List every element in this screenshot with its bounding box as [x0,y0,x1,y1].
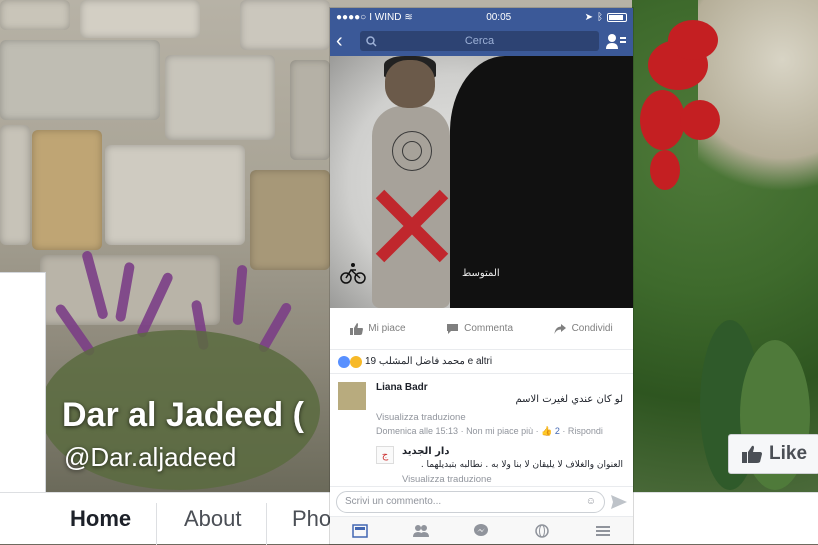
comment-text: العنوان والغلاف لا يليقان لا بنا ولا به … [420,460,623,470]
phone-screenshot: ●●●●○ I WIND ≋ 00:05 ➤ ᛒ ‹ Cerca المتوسط… [330,8,633,544]
page-title: Dar al Jadeed ( [62,396,304,434]
share-post-button[interactable]: Condividi [554,323,613,335]
comment-action-label: Commenta [464,323,513,334]
bottom-tab-bar [330,516,633,544]
emoji-icon[interactable]: ☺ [586,496,596,507]
notifications-globe-icon[interactable] [534,523,550,538]
avatar[interactable]: ج [376,446,394,464]
comment-text: لو كان عندي لغيرت الاسم [515,394,623,405]
search-placeholder: Cerca [464,35,495,47]
messenger-icon[interactable] [473,523,489,538]
friends-icon[interactable] [412,524,429,538]
comment-post-button[interactable]: Commenta [446,323,513,335]
reactions-text: محمد فاضل المشلب 19 e altri [365,356,493,367]
carrier-label: I WIND [369,11,402,23]
comment-input[interactable]: Scrivi un commento... ☺ [336,490,605,513]
like-reaction-icon [338,355,350,368]
post-actions: Mi piace Commenta Condividi [330,308,633,350]
news-feed-icon[interactable] [352,523,369,538]
comment-icon [447,323,459,334]
reply-link[interactable]: Rispondi [568,426,603,436]
back-button[interactable]: ‹ [336,30,354,53]
send-icon[interactable] [611,494,627,509]
comment-time: Domenica alle 15:13 [376,426,459,436]
comment-placeholder: Scrivi un commento... [345,496,442,507]
like-post-button[interactable]: Mi piace [350,322,406,335]
comments-list: Liana Badr لو كان عندي لغيرت الاسم Visua… [330,374,633,488]
share-icon [554,323,566,334]
tab-home[interactable]: Home [70,493,131,545]
comment-author[interactable]: Liana Badr [376,382,428,393]
friend-requests-icon[interactable] [605,32,627,50]
avatar[interactable] [338,382,366,410]
see-translation-link[interactable]: Visualizza traduzione [376,412,466,423]
page-handle: @Dar.aljadeed [64,442,237,472]
search-input[interactable]: Cerca [360,31,599,51]
location-icon: ➤ [584,11,593,23]
comment-like-count: 👍 2 [541,426,560,436]
photo-watermark: المتوسط [462,268,500,279]
battery-icon [606,12,627,22]
see-translation-link[interactable]: Visualizza traduzione [402,474,492,485]
share-action-label: Condividi [571,323,613,334]
post-photo[interactable]: المتوسط [330,56,633,308]
comment-meta: Domenica alle 15:13 · Non mi piace più ·… [376,426,603,436]
tab-photos[interactable]: Pho [292,493,331,545]
bluetooth-icon: ᛒ [596,11,603,23]
tab-about[interactable]: About [184,493,242,545]
signal-icon: ●●●●○ [336,11,367,23]
like-page-button[interactable]: Like [728,434,818,474]
reactions-summary[interactable]: محمد فاضل المشلب 19 e altri [330,350,633,374]
thumbs-up-icon [350,322,364,335]
status-time: 00:05 [486,11,512,23]
bicycle-logo-icon [340,263,366,284]
status-bar: ●●●●○ I WIND ≋ 00:05 ➤ ᛒ [330,8,633,26]
red-x-mark-icon [375,189,449,263]
unlike-link[interactable]: Non mi piace più [466,426,533,436]
wow-reaction-icon [350,355,362,368]
thumbs-up-icon [742,445,762,463]
menu-icon[interactable] [595,524,611,538]
like-label: Like [769,443,808,464]
wifi-icon: ≋ [404,11,413,23]
fb-header: ‹ Cerca [330,26,633,56]
comment-composer: Scrivi un commento... ☺ [330,486,633,516]
comment-author[interactable]: دار الجديد [402,446,450,457]
like-action-label: Mi piace [368,323,406,334]
